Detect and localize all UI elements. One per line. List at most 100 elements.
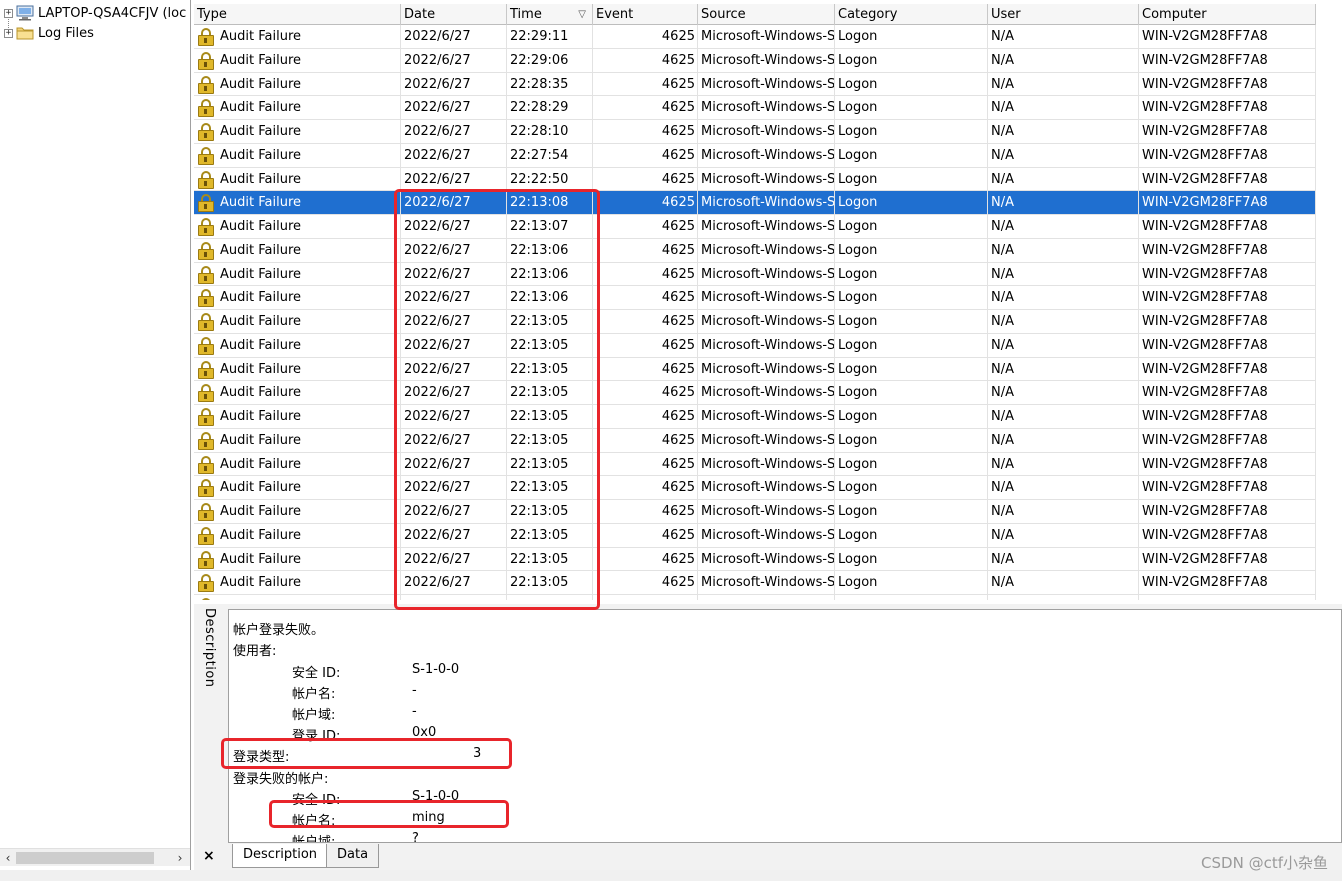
lock-icon [198,598,214,600]
cell-type: Audit Failure [194,286,401,310]
expand-icon[interactable]: + [4,28,13,38]
cell-event: 4625 [593,167,698,191]
cell-date: 2022/6/27 [401,262,507,286]
cell-event: 4625 [593,120,698,143]
cell-user: N/A [988,452,1139,476]
cell-date: 2022/6/27 [401,238,507,262]
table-row[interactable]: Audit Failure 2022/6/27 22:13:05 4625 Mi… [194,547,1316,572]
cell-time: 22:13:07 [507,215,593,238]
column-header-time[interactable]: Time ▽ [507,4,593,25]
cell-user: N/A [988,357,1139,381]
cell-time: 22:13:05 [507,476,593,500]
cell-date: 2022/6/27 [401,428,507,452]
cell-category: Logon [835,167,988,191]
table-row[interactable]: Audit Failure 2022/6/27 22:22:50 4625 Mi… [194,167,1316,192]
table-row[interactable]: Audit Failure 2022/6/27 22:28:29 4625 Mi… [194,96,1316,120]
cell-type: Audit Failure [194,523,401,547]
grid-body: Audit Failure 2022/6/27 22:29:11 4625 Mi… [194,25,1316,600]
table-row[interactable]: Audit Failure 2022/6/27 22:13:05 4625 Mi… [194,405,1316,429]
cell-type: Audit Failure [194,215,401,238]
cell-user: N/A [988,215,1139,238]
cell-user: N/A [988,500,1139,523]
scroll-left-icon[interactable]: ‹ [0,849,16,867]
desc-label-account-domain-2: 帐户域: [292,835,336,843]
scroll-right-icon[interactable]: › [172,849,188,867]
tree-node-log-files[interactable]: + Log Files [4,23,94,43]
cell-user: N/A [988,120,1139,143]
cell-event: 4625 [593,72,698,96]
table-row[interactable]: Audit Failure 2022/6/27 22:13:05 4625 Mi… [194,595,1316,600]
cell-source: Microsoft-Windows-Se [698,48,835,72]
lock-icon [198,574,214,593]
column-header-source[interactable]: Source [698,4,835,25]
cell-user: N/A [988,262,1139,286]
cell-category: Logon [835,476,988,500]
cell-category: Logon [835,571,988,595]
cell-source: Microsoft-Windows-Se [698,595,835,600]
cell-category: Logon [835,595,988,600]
tab-description[interactable]: Description [232,844,329,868]
cell-category: Logon [835,428,988,452]
desc-label-security-id: 安全 ID: [292,666,341,681]
table-row[interactable]: Audit Failure 2022/6/27 22:13:08 4625 Mi… [194,191,1316,215]
cell-event: 4625 [593,215,698,238]
table-row[interactable]: Audit Failure 2022/6/27 22:13:06 4625 Mi… [194,262,1316,287]
table-row[interactable]: Audit Failure 2022/6/27 22:28:35 4625 Mi… [194,72,1316,97]
cell-source: Microsoft-Windows-Se [698,523,835,547]
table-row[interactable]: Audit Failure 2022/6/27 22:13:05 4625 Mi… [194,428,1316,453]
cell-computer: WIN-V2GM28FF7A8 [1139,25,1316,48]
column-header-user[interactable]: User [988,4,1139,25]
table-row[interactable]: Audit Failure 2022/6/27 22:13:05 4625 Mi… [194,357,1316,382]
cell-date: 2022/6/27 [401,547,507,571]
cell-time: 22:13:05 [507,500,593,523]
table-row[interactable]: Audit Failure 2022/6/27 22:13:05 4625 Mi… [194,523,1316,548]
cell-event: 4625 [593,310,698,333]
column-header-event[interactable]: Event [593,4,698,25]
table-row[interactable]: Audit Failure 2022/6/27 22:13:06 4625 Mi… [194,238,1316,263]
cell-time: 22:28:35 [507,72,593,96]
cell-computer: WIN-V2GM28FF7A8 [1139,428,1316,452]
column-header-date[interactable]: Date [401,4,507,25]
status-strip [0,870,1342,881]
desc-value-logon-type: 3 [473,746,482,761]
column-header-category[interactable]: Category [835,4,988,25]
table-row[interactable]: Audit Failure 2022/6/27 22:13:05 4625 Mi… [194,381,1316,405]
desc-value-account-domain-2: ? [412,831,419,843]
cell-computer: WIN-V2GM28FF7A8 [1139,191,1316,215]
column-header-computer[interactable]: Computer [1139,4,1316,25]
scroll-thumb[interactable] [16,852,154,864]
column-header-type[interactable]: Type [194,4,401,25]
table-row[interactable]: Audit Failure 2022/6/27 22:27:54 4625 Mi… [194,143,1316,168]
table-row[interactable]: Audit Failure 2022/6/27 22:13:05 4625 Mi… [194,452,1316,477]
table-row[interactable]: Audit Failure 2022/6/27 22:13:05 4625 Mi… [194,500,1316,524]
expand-icon[interactable]: + [4,8,13,18]
cell-source: Microsoft-Windows-Se [698,357,835,381]
table-row[interactable]: Audit Failure 2022/6/27 22:13:05 4625 Mi… [194,333,1316,358]
lock-icon [198,51,214,70]
tree-node-computer[interactable]: + LAPTOP-QSA4CFJV (loc [4,3,186,23]
lock-icon [198,265,214,284]
cell-category: Logon [835,215,988,238]
cell-event: 4625 [593,48,698,72]
table-row[interactable]: Audit Failure 2022/6/27 22:13:05 4625 Mi… [194,310,1316,334]
cell-computer: WIN-V2GM28FF7A8 [1139,215,1316,238]
table-row[interactable]: Audit Failure 2022/6/27 22:29:06 4625 Mi… [194,48,1316,73]
table-row[interactable]: Audit Failure 2022/6/27 22:29:11 4625 Mi… [194,25,1316,49]
tree-horizontal-scrollbar[interactable]: ‹ › [0,848,190,866]
cell-category: Logon [835,25,988,48]
cell-computer: WIN-V2GM28FF7A8 [1139,405,1316,428]
cell-category: Logon [835,381,988,405]
cell-user: N/A [988,405,1139,428]
cell-source: Microsoft-Windows-Se [698,96,835,120]
close-icon[interactable]: × [203,848,215,864]
cell-type: Audit Failure [194,500,401,523]
table-row[interactable]: Audit Failure 2022/6/27 22:13:07 4625 Mi… [194,215,1316,239]
table-row[interactable]: Audit Failure 2022/6/27 22:28:10 4625 Mi… [194,120,1316,144]
tab-data[interactable]: Data [326,844,380,868]
grid-header: Type Date Time ▽ Event Source Category Us… [194,4,1316,25]
cell-source: Microsoft-Windows-Se [698,215,835,238]
table-row[interactable]: Audit Failure 2022/6/27 22:13:05 4625 Mi… [194,476,1316,500]
description-text-area[interactable]: 帐户登录失败。 使用者: 安全 ID: S-1-0-0 帐户名: - 帐户域: … [228,609,1342,843]
table-row[interactable]: Audit Failure 2022/6/27 22:13:05 4625 Mi… [194,571,1316,595]
table-row[interactable]: Audit Failure 2022/6/27 22:13:06 4625 Mi… [194,286,1316,310]
